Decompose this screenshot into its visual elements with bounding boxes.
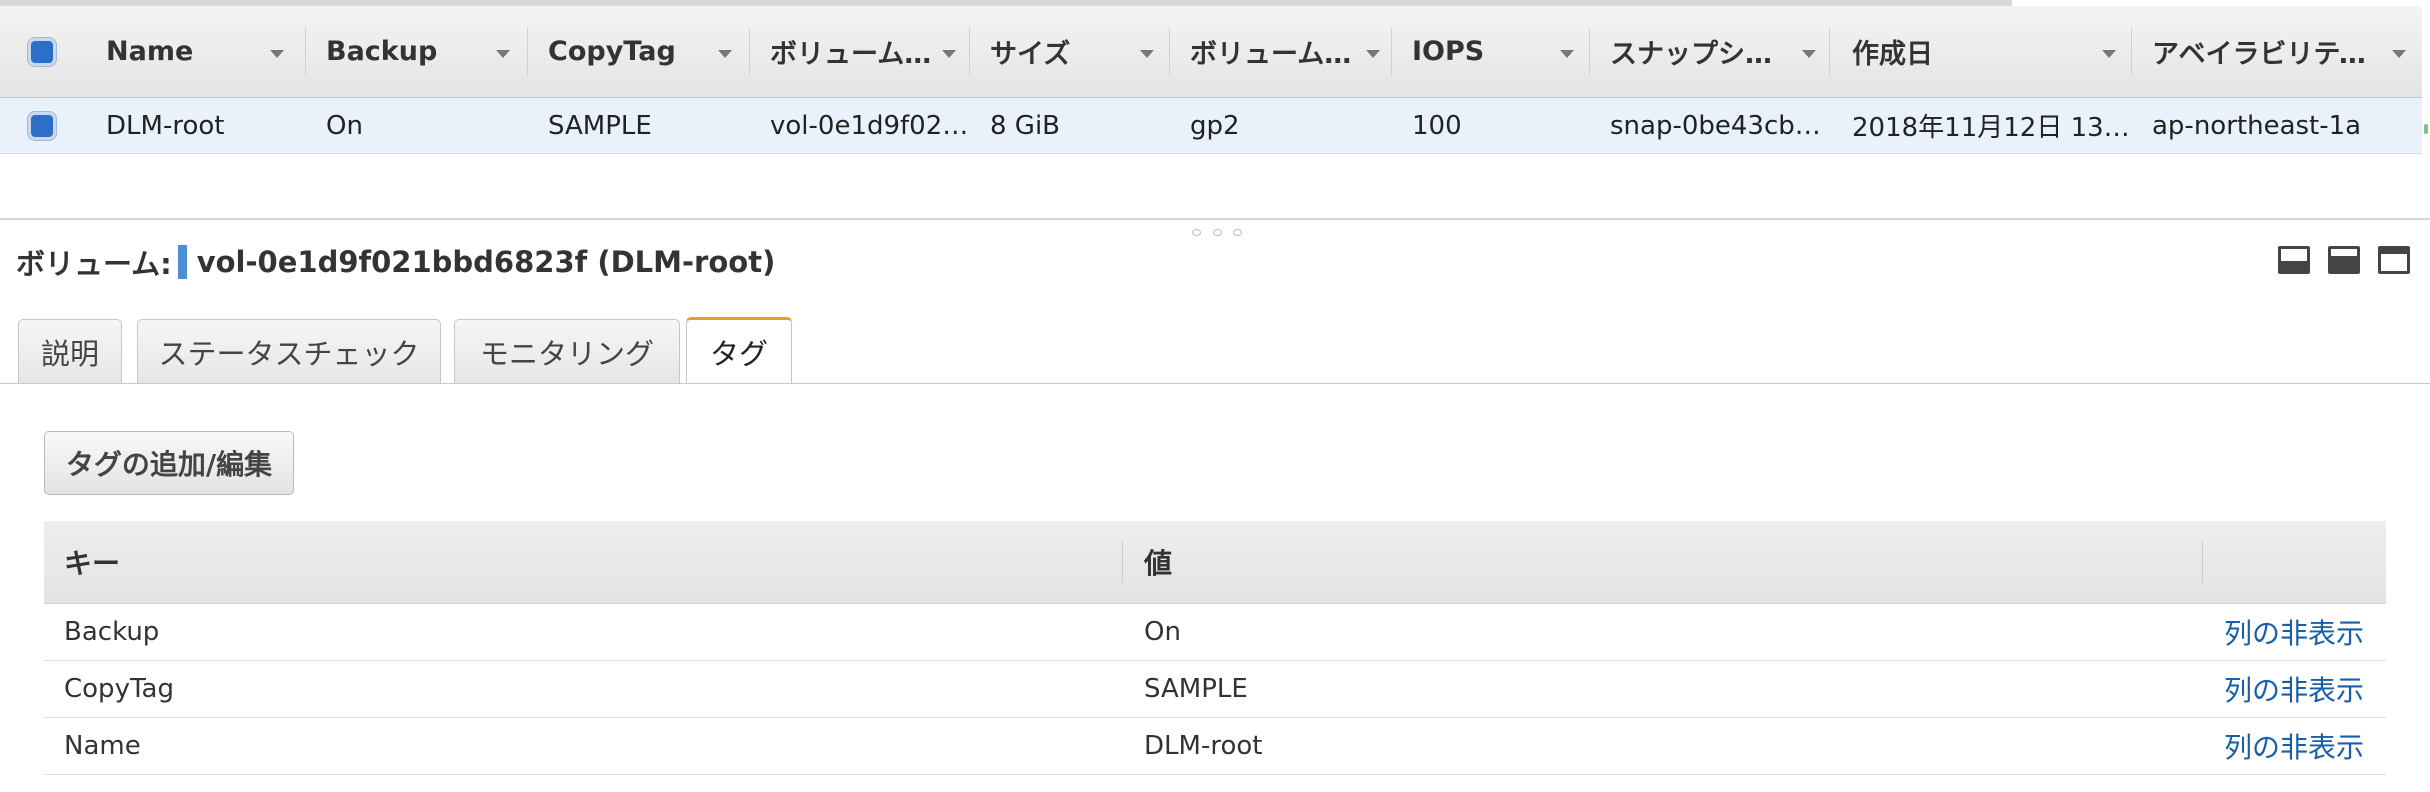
column-header-name[interactable]: Name bbox=[86, 6, 306, 97]
cell-iops: 100 bbox=[1412, 110, 1462, 141]
cell-backup: On bbox=[326, 110, 363, 141]
detail-title: ボリューム: vol-0e1d9f021bbd6823f (DLM-root) bbox=[16, 242, 775, 282]
hide-column-link[interactable]: 列の非表示 bbox=[2224, 661, 2364, 717]
volumes-grid-header: Name Backup CopyTag ボリューム ID サイズ ボリュームタイ… bbox=[0, 6, 2430, 98]
column-header-key: キー bbox=[64, 547, 121, 580]
panel-splitter[interactable] bbox=[0, 218, 2430, 220]
tags-table: キー 値 Backup On 列の非表示 CopyTag SAMPLE 列の非表… bbox=[44, 521, 2386, 775]
tag-key: Name bbox=[64, 731, 141, 761]
tab-description[interactable]: 説明 bbox=[18, 319, 122, 383]
panel-bottom-icon[interactable] bbox=[2278, 246, 2310, 274]
hide-column-link[interactable]: 列の非表示 bbox=[2224, 718, 2364, 774]
column-header-iops[interactable]: IOPS bbox=[1392, 6, 1590, 97]
cell-volume-id: vol-0e1d9f02… bbox=[770, 110, 969, 141]
column-header-label: スナップショット bbox=[1610, 39, 1796, 70]
column-header-label: Backup bbox=[326, 36, 438, 67]
table-row: Name DLM-root 列の非表示 bbox=[44, 718, 2386, 775]
cell-volume-type: gp2 bbox=[1190, 110, 1240, 141]
cell-copytag: SAMPLE bbox=[548, 110, 652, 141]
sort-caret-icon[interactable] bbox=[718, 50, 732, 58]
column-header-size[interactable]: サイズ bbox=[970, 6, 1170, 97]
cell-name: DLM-root bbox=[106, 110, 225, 141]
column-header-volume-type[interactable]: ボリュームタイプ bbox=[1170, 6, 1392, 97]
detail-volume-label: vol-0e1d9f021bbd6823f (DLM-root) bbox=[196, 245, 776, 279]
column-header-created[interactable]: 作成日 bbox=[1830, 6, 2132, 97]
tabs-baseline bbox=[0, 383, 2430, 384]
tag-value: DLM-root bbox=[1144, 731, 1263, 761]
sort-caret-icon[interactable] bbox=[1560, 50, 1574, 58]
column-header-copytag[interactable]: CopyTag bbox=[528, 6, 750, 97]
detail-title-prefix: ボリューム: bbox=[16, 247, 172, 281]
sort-caret-icon[interactable] bbox=[270, 50, 284, 58]
sort-caret-icon[interactable] bbox=[1802, 50, 1816, 58]
sort-caret-icon[interactable] bbox=[2102, 50, 2116, 58]
column-header-label: ボリュームタイプ bbox=[1190, 39, 1360, 70]
tab-tags[interactable]: タグ bbox=[686, 317, 792, 383]
column-header-snapshot[interactable]: スナップショット bbox=[1590, 6, 1830, 97]
cell-size: 8 GiB bbox=[990, 110, 1061, 141]
column-header-availability-zone[interactable]: アベイラビリティーゾーン bbox=[2132, 6, 2418, 97]
sort-caret-icon[interactable] bbox=[942, 50, 956, 58]
add-edit-tags-button[interactable]: タグの追加/編集 bbox=[44, 431, 294, 495]
table-row: CopyTag SAMPLE 列の非表示 bbox=[44, 661, 2386, 718]
table-row[interactable]: DLM-root On SAMPLE vol-0e1d9f02… 8 GiB g… bbox=[0, 98, 2430, 154]
column-header-label: アベイラビリティーゾーン bbox=[2152, 39, 2386, 70]
tab-monitoring[interactable]: モニタリング bbox=[454, 319, 680, 383]
tag-value: On bbox=[1144, 617, 1181, 647]
column-header-label: ボリューム ID bbox=[770, 39, 936, 70]
column-header-label: CopyTag bbox=[548, 36, 676, 67]
sort-caret-icon[interactable] bbox=[1140, 50, 1154, 58]
cell-availability-zone: ap-northeast-1a bbox=[2152, 110, 2362, 141]
column-header-label: Name bbox=[106, 36, 194, 67]
panel-half-icon[interactable] bbox=[2328, 246, 2360, 274]
table-row: Backup On 列の非表示 bbox=[44, 604, 2386, 661]
hide-column-link[interactable]: 列の非表示 bbox=[2224, 604, 2364, 660]
tag-key: CopyTag bbox=[64, 674, 174, 704]
status-indicator bbox=[2424, 124, 2428, 134]
panel-max-icon[interactable] bbox=[2378, 246, 2410, 274]
column-header-label: 作成日 bbox=[1852, 39, 1933, 70]
accent-bar bbox=[177, 245, 187, 279]
tag-key: Backup bbox=[64, 617, 160, 647]
sort-caret-icon[interactable] bbox=[496, 50, 510, 58]
column-header-backup[interactable]: Backup bbox=[306, 6, 528, 97]
column-header-volume-id[interactable]: ボリューム ID bbox=[750, 6, 970, 97]
sort-caret-icon[interactable] bbox=[1366, 50, 1380, 58]
sort-caret-icon[interactable] bbox=[2392, 50, 2406, 58]
tag-value: SAMPLE bbox=[1144, 674, 1248, 704]
splitter-handle-icon[interactable] bbox=[1192, 229, 1242, 237]
tags-table-header: キー 値 bbox=[44, 521, 2386, 604]
tab-status-check[interactable]: ステータスチェック bbox=[137, 319, 441, 383]
select-all-checkbox[interactable] bbox=[28, 38, 56, 66]
cell-snapshot: snap-0be43cb… bbox=[1610, 110, 1821, 141]
cell-created: 2018年11月12日 13… bbox=[1852, 113, 2130, 143]
column-header-value: 値 bbox=[1144, 547, 1173, 580]
column-header-label: サイズ bbox=[990, 39, 1071, 70]
layout-icons bbox=[2278, 246, 2410, 274]
grid-right-edge bbox=[2422, 6, 2430, 154]
row-checkbox[interactable] bbox=[28, 112, 56, 140]
column-header-label: IOPS bbox=[1412, 36, 1485, 67]
